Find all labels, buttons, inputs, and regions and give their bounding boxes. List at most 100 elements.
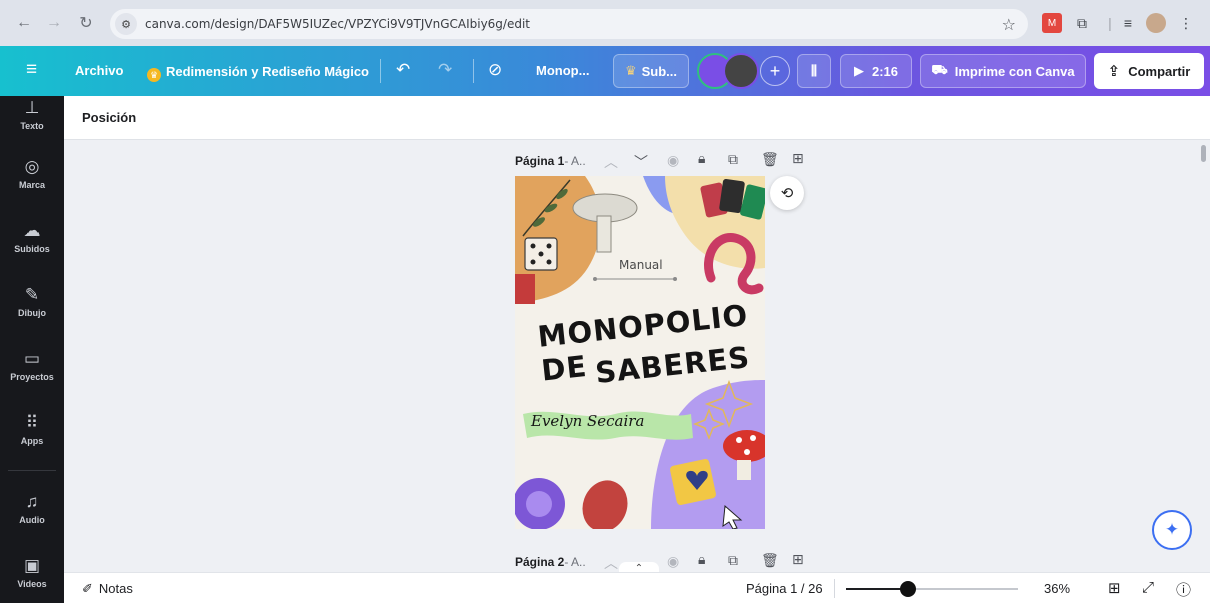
trash-icon[interactable]: 🗑︎ [761,552,779,569]
magic-resize-button[interactable]: ♛ Redimensión y Rediseño Mágico [147,63,369,82]
present-timer: 2:16 [871,63,899,79]
design-title[interactable]: Monop... [536,63,589,78]
mushroom-stem [596,215,612,253]
profile-avatar[interactable] [1146,13,1166,33]
back-arrow-icon[interactable]: ← [12,11,36,35]
editor-toolbar: ≡ Archivo ♛ Redimensión y Rediseño Mágico… [0,46,1210,96]
share-button[interactable]: ⇪ Compartir [1094,53,1204,89]
red-card [515,274,535,304]
address-bar[interactable]: ⚙ canva.com/design/DAF5W5IUZec/VPZYCi9V9… [110,9,1028,39]
bookmark-star-icon[interactable]: ☆ [1002,15,1016,35]
browser-menu-icon[interactable]: ⋮ [1176,13,1196,33]
add-collaborator-button[interactable]: + [760,56,790,86]
chevron-up-icon[interactable]: ︿ [604,152,618,172]
trash-icon[interactable]: 🗑︎ [761,151,779,168]
sidebar-item-projects[interactable]: ▭ Proyectos [0,349,64,382]
vertical-scrollbar[interactable] [1201,145,1206,162]
page-1-cover[interactable]: Manual MONOPOLIO DE SABERES Evelyn Secai… [515,176,765,529]
file-menu[interactable]: Archivo [75,63,123,78]
red-leaf [582,480,628,529]
collaborator-avatar[interactable] [723,53,759,89]
video-icon: ▣ [23,556,41,575]
sidebar-item-label: Apps [20,436,44,446]
cover-manual-label: Manual [619,258,663,272]
cloud-saved-icon[interactable]: ⊘ [488,60,502,80]
page-subtitle: - A.. [564,555,586,569]
comment-plus-icon: ⟲ [780,185,794,202]
toolbar-divider [380,59,381,83]
add-comment-button[interactable]: ⟲ [770,176,804,210]
add-page-icon[interactable]: ⊞ [792,150,804,167]
draw-icon: ✎ [24,285,40,304]
music-note-icon: ♫ [25,492,39,511]
sidebar-item-label: Videos [17,579,47,589]
reload-icon[interactable]: ↻ [74,11,98,35]
undo-icon[interactable]: ↶ [396,60,410,80]
upload-cloud-icon: ☁ [23,221,41,240]
sidebar-item-label: Texto [20,121,44,131]
sidebar-item-text[interactable]: ⊥ Texto [0,98,64,131]
share-upload-icon: ⇪ [1107,63,1121,80]
sidebar-item-label: Dibujo [18,308,46,318]
hamburger-icon[interactable]: ≡ [26,59,37,81]
sidebar-item-label: Subidos [14,244,50,254]
sidebar-item-videos[interactable]: ▣ Videos [0,556,64,589]
position-button[interactable]: Posición [82,110,136,125]
sidebar-item-uploads[interactable]: ☁ Subidos [0,221,64,254]
bottom-divider [834,579,835,598]
zoom-slider-fill [846,588,908,590]
magic-resize-label: Redimensión y Rediseño Mágico [166,64,369,79]
truck-icon: ⛟ [931,62,948,77]
page-title[interactable]: Página 1- A.. [515,154,586,168]
subscription-button[interactable]: ♛ Sub... [613,54,689,88]
page-subtitle: - A.. [564,154,586,168]
sidebar-item-brand[interactable]: ◎ Marca [0,157,64,190]
extension-icon[interactable]: M [1042,13,1062,33]
notes-icon: ✐ [82,581,93,596]
share-label: Compartir [1128,63,1191,79]
expand-pages-button[interactable]: ⌃ [619,562,659,572]
print-label: Imprime con Canva [954,63,1075,79]
site-info-icon[interactable]: ⚙ [115,13,137,35]
present-button[interactable]: ▶ 2:16 [840,54,912,88]
url-text: canva.com/design/DAF5W5IUZec/VPZYCi9V9TJ… [145,17,531,31]
crown-icon: ♛ [147,68,161,82]
duplicate-page-icon[interactable]: ⧉ [728,151,738,168]
chevron-up-icon[interactable]: ︿ [604,553,618,572]
page-number-label: Página 1 [515,154,565,168]
zoom-slider[interactable] [846,588,1018,590]
print-with-canva-button[interactable]: ⛟ Imprime con Canva [920,54,1086,88]
insights-icon[interactable]: ⫼ [797,54,831,88]
media-control-icon[interactable]: ≡ [1118,13,1138,33]
redo-icon[interactable]: ↷ [438,60,452,80]
browser-chrome: ← → ↻ ⚙ canva.com/design/DAF5W5IUZec/VPZ… [0,0,1210,46]
play-icon: ▶ [853,63,864,78]
sidebar-item-label: Proyectos [10,372,54,382]
hide-page-icon[interactable]: ◉ [667,152,679,169]
grid-view-icon[interactable]: ⊞ [1108,579,1121,597]
chevron-down-icon[interactable]: ﹀ [634,152,648,172]
page-indicator[interactable]: Página 1 / 26 [746,581,823,596]
sidebar-item-draw[interactable]: ✎ Dibujo [0,285,64,318]
help-icon[interactable]: ⓘ [1176,579,1191,600]
page-title[interactable]: Página 2- A.. [515,555,586,569]
zoom-slider-handle[interactable] [900,581,916,597]
lock-icon[interactable]: 🔒︎ [698,551,705,568]
sidebar-item-audio[interactable]: ♫ Audio [0,492,64,525]
zoom-percentage[interactable]: 36% [1044,581,1070,596]
hide-page-icon[interactable]: ◉ [667,553,679,570]
sidebar-item-apps[interactable]: ⠿ Apps [0,413,64,446]
forward-arrow-icon[interactable]: → [42,11,66,35]
add-page-icon[interactable]: ⊞ [792,551,804,568]
left-sidebar: ⊥ Texto ◎ Marca ☁ Subidos ✎ Dibujo ▭ Pro… [0,96,64,603]
subscription-label: Sub... [641,63,678,79]
notes-button[interactable]: ✐ Notas [82,581,133,597]
lock-icon[interactable]: 🔒︎ [698,150,705,167]
design-canvas[interactable]: Página 1- A.. ︿ ﹀ ◉ 🔒︎ ⧉ 🗑︎ ⊞ Manual MON… [64,140,1210,572]
duplicate-page-icon[interactable]: ⧉ [728,552,738,569]
fullscreen-icon[interactable]: ⤢ [1142,579,1154,596]
extensions-puzzle-icon[interactable]: ⧉ [1072,13,1092,33]
folder-icon: ▭ [23,349,41,368]
bottom-bar: ✐ Notas Página 1 / 26 36% ⊞ ⤢ ⓘ [64,572,1210,603]
magic-assistant-button[interactable]: ✦ [1152,510,1192,550]
